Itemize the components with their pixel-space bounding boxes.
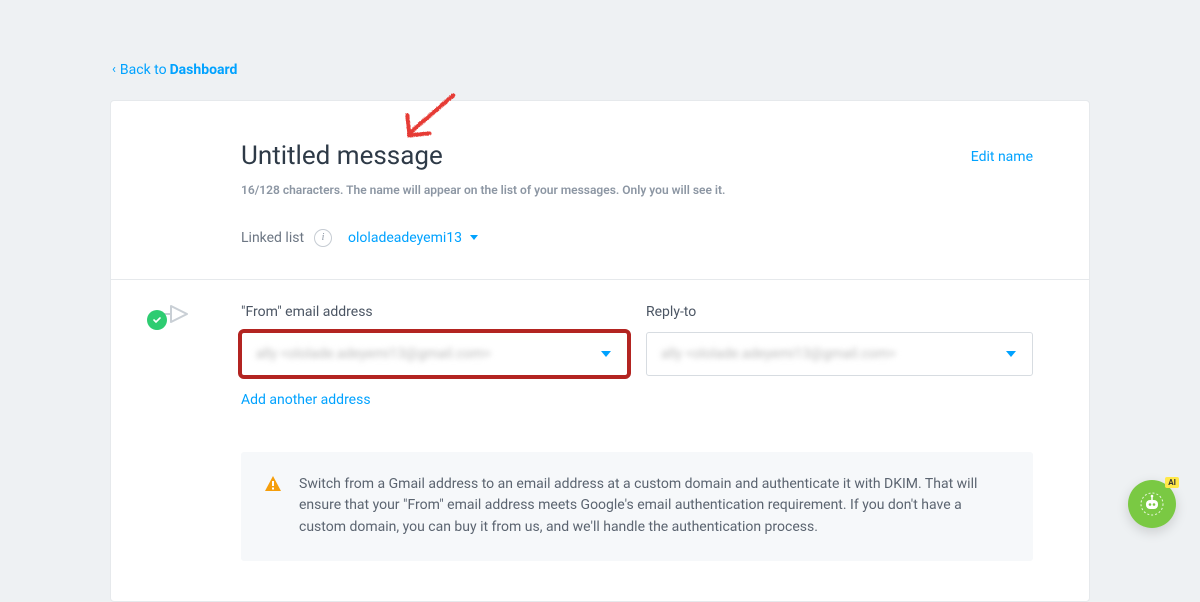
message-title: Untitled message xyxy=(241,141,1033,171)
replyto-value: ally <ololade.adeyemi13@gmail.com> xyxy=(661,346,896,362)
card-body-section: "From" email address ally <ololade.adeye… xyxy=(111,280,1089,601)
edit-name-button[interactable]: Edit name xyxy=(971,149,1033,165)
step-indicator xyxy=(153,300,189,328)
chevron-down-icon xyxy=(1006,351,1016,357)
notice-text: Switch from a Gmail address to an email … xyxy=(299,476,977,535)
back-target: Dashboard xyxy=(170,62,238,78)
chevron-left-icon: ‹ xyxy=(112,62,116,77)
linked-list-dropdown[interactable]: ololadeadeyemi13 xyxy=(348,230,478,246)
from-address-value: ally <ololade.adeyemi13@gmail.com> xyxy=(256,346,491,362)
dkim-warning-notice: Switch from a Gmail address to an email … xyxy=(241,452,1033,561)
from-label: "From" email address xyxy=(241,304,628,320)
card-header-section: Untitled message 16/128 characters. The … xyxy=(111,101,1089,280)
replyto-select[interactable]: ally <ololade.adeyemi13@gmail.com> xyxy=(646,332,1033,376)
message-setup-card: Untitled message 16/128 characters. The … xyxy=(110,100,1090,602)
replyto-field: Reply-to ally <ololade.adeyemi13@gmail.c… xyxy=(646,304,1033,408)
chat-bot-icon xyxy=(1139,491,1165,517)
back-to-dashboard-link[interactable]: ‹ Back to Dashboard xyxy=(112,62,237,78)
ai-badge: AI xyxy=(1165,477,1179,488)
add-another-address-link[interactable]: Add another address xyxy=(241,392,371,408)
info-icon[interactable]: i xyxy=(314,229,332,247)
replyto-label: Reply-to xyxy=(646,304,1033,320)
check-icon xyxy=(147,310,167,330)
from-address-select[interactable]: ally <ololade.adeyemi13@gmail.com> xyxy=(241,332,628,376)
chevron-down-icon xyxy=(470,235,478,240)
warning-icon xyxy=(263,474,283,502)
chevron-down-icon xyxy=(601,351,611,357)
linked-list-label: Linked list xyxy=(241,230,304,246)
linked-list-value: ololadeadeyemi13 xyxy=(348,230,462,246)
chat-assistant-button[interactable]: AI xyxy=(1128,480,1176,528)
message-subtitle: 16/128 characters. The name will appear … xyxy=(241,183,1033,197)
back-prefix: Back to xyxy=(120,62,167,78)
linked-list-row: Linked list i ololadeadeyemi13 xyxy=(241,229,1033,247)
from-field: "From" email address ally <ololade.adeye… xyxy=(241,304,628,408)
